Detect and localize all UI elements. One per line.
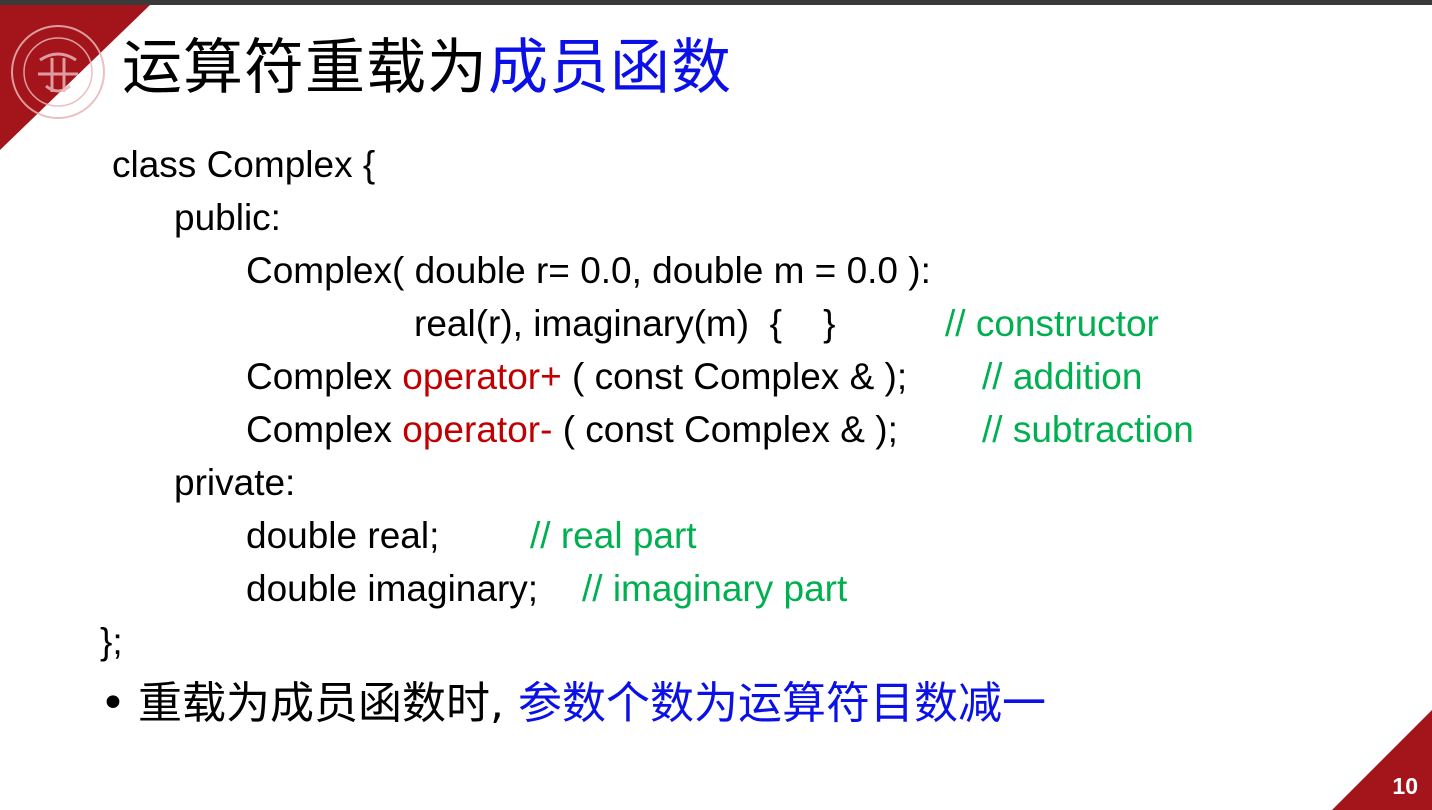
code-line-public: public: <box>174 197 281 238</box>
code-return-type: Complex <box>246 409 403 450</box>
code-params: ( const Complex & ); <box>561 356 908 397</box>
code-line-imaginary: double imaginary; <box>246 568 539 609</box>
code-line-close: }; <box>100 621 123 662</box>
code-line-initializer: real(r), imaginary(m) { } <box>414 303 836 344</box>
page-number: 10 <box>1392 773 1418 799</box>
code-line-constructor: Complex( double r= 0.0, double m = 0.0 )… <box>246 250 931 291</box>
bullet-point: • 重载为成员函数时, 参数个数为运算符目数减一 <box>100 676 1046 732</box>
operator-minus-keyword: operator- <box>402 409 553 450</box>
bullet-highlight: 参数个数为运算符目数减一 <box>517 678 1046 729</box>
operator-plus-keyword: operator+ <box>402 356 562 397</box>
slide: 运算符重载为成员函数 class Complex { public: Compl… <box>0 0 1432 810</box>
comment-constructor: // constructor <box>945 303 1159 344</box>
code-params: ( const Complex & ); <box>552 409 898 450</box>
bullet-marker: • <box>100 678 126 729</box>
comment-imaginary-part: // imaginary part <box>582 568 848 609</box>
code-line-operator-plus: Complex operator+ ( const Complex & ); <box>246 354 907 400</box>
code-return-type: Complex <box>246 356 403 397</box>
code-line-class: class Complex { <box>112 144 376 185</box>
comment-addition: // addition <box>982 356 1143 397</box>
code-line-private: private: <box>174 462 296 503</box>
comment-real-part: // real part <box>530 515 697 556</box>
code-line-operator-minus: Complex operator- ( const Complex & ); <box>246 407 898 453</box>
comment-subtraction: // subtraction <box>982 409 1194 450</box>
bullet-text: 重载为成员函数时, <box>137 678 504 729</box>
code-line-real: double real; <box>246 515 440 556</box>
